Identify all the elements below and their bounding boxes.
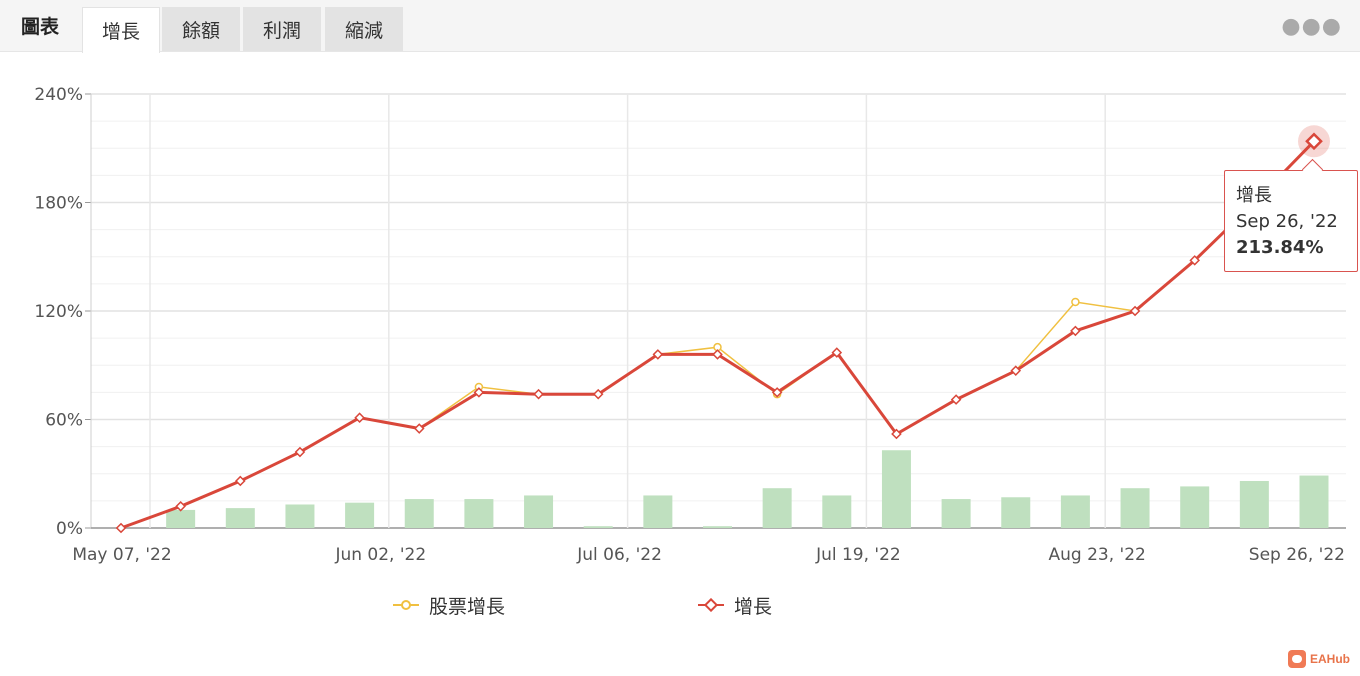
series-line-growth [120,140,1316,530]
tab-drawdown[interactable]: 縮減 [325,7,403,51]
bar [1120,488,1150,528]
bar [1001,497,1031,528]
bar [1180,486,1210,528]
brand-logo-icon [1288,650,1306,668]
tab-profit[interactable]: 利潤 [243,7,321,51]
point-growth [533,388,544,400]
bar [941,499,971,528]
point-growth [175,500,186,512]
bar [524,495,554,528]
brand-watermark: EAHub [1288,650,1350,668]
bar [881,450,911,528]
bar [166,509,196,528]
x-tick-label: May 07, '22 [72,545,171,565]
tooltip-series: 增長 [1236,185,1272,206]
bar [1299,475,1329,528]
tab-balance[interactable]: 餘額 [162,7,240,51]
bar [1239,480,1269,528]
point-growth [115,522,127,534]
y-tick-label: 60% [45,411,83,431]
legend-label-equity-growth: 股票增長 [429,595,506,618]
legend-line-icon [393,600,419,610]
point-equity-growth [1071,297,1080,307]
series-line-equity-growth [120,140,1315,529]
bar [285,504,315,528]
bar [703,526,732,528]
bar [404,499,434,528]
more-horizontal-icon[interactable]: ●●● [1281,14,1342,39]
y-tick-label: 0% [56,519,83,539]
y-tick-label: 180% [34,194,83,214]
tooltip-value: 213.84% [1236,237,1324,258]
legend-item-growth[interactable]: 增長 [698,592,772,618]
legend-label-growth: 增長 [734,595,773,618]
x-tick-label: Jun 02, '22 [334,545,426,565]
bar [345,502,375,528]
y-tick-label: 120% [34,302,83,322]
bar [643,495,673,528]
legend-item-equity-growth[interactable]: 股票增長 [393,592,505,618]
tab-bar: 圖表 增長 餘額 利潤 縮減 ●●● [0,0,1360,53]
bar [583,526,613,528]
bar [762,488,792,528]
x-tick-label: Jul 06, '22 [576,545,662,565]
chart-tooltip: 增長 Sep 26, '22 213.84% [1224,158,1358,272]
x-tick-label: Sep 26, '22 [1249,545,1345,565]
bar [822,495,852,528]
tab-growth[interactable]: 增長 [82,7,160,53]
panel-title: 圖表 [20,16,59,38]
bar [464,499,494,528]
tooltip-date: Sep 26, '22 [1236,211,1338,232]
x-tick-label: Jul 19, '22 [815,545,901,565]
y-tick-label: 240% [34,85,83,105]
bar [225,508,255,528]
brand-name: EAHub [1310,652,1350,666]
bar [1060,495,1090,528]
x-tick-label: Aug 23, '22 [1049,545,1146,565]
legend-line-icon [698,598,724,612]
growth-chart: 0% 60% 120% 180% 240% May 07, '22 Jun 02, '22 J… [34,85,1346,565]
